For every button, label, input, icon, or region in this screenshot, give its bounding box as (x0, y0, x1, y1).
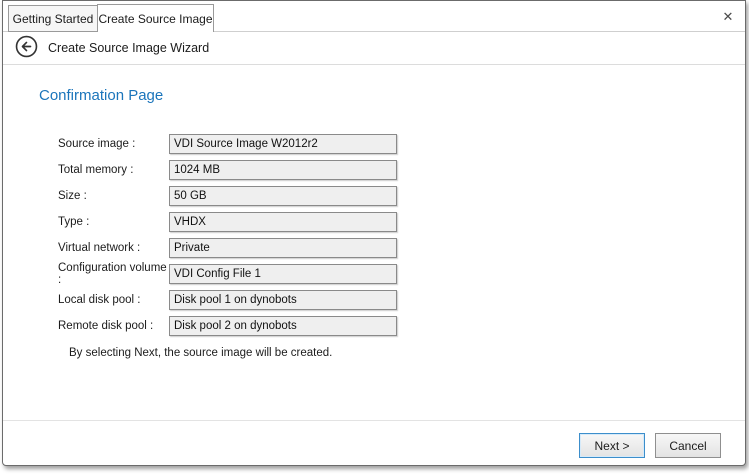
next-button[interactable]: Next > (579, 433, 645, 458)
screenshot-stage: Getting Started Create Source Image ✕ Cr… (0, 0, 749, 475)
type-label: Type : (58, 216, 169, 228)
form-row-local-disk-pool: Local disk pool : (58, 290, 397, 310)
form-row-size: Size : (58, 186, 397, 206)
tab-create-source-image-label: Create Source Image (98, 12, 212, 26)
close-icon[interactable]: ✕ (719, 8, 737, 26)
page-title: Confirmation Page (39, 87, 163, 104)
cancel-button[interactable]: Cancel (655, 433, 721, 458)
virtual-network-label: Virtual network : (58, 242, 169, 254)
back-button[interactable] (15, 35, 38, 58)
total-memory-label: Total memory : (58, 164, 169, 176)
form-row-source-image: Source image : (58, 134, 397, 154)
local-disk-pool-label: Local disk pool : (58, 294, 169, 306)
configuration-volume-field[interactable] (169, 264, 397, 284)
remote-disk-pool-field[interactable] (169, 316, 397, 336)
tab-getting-started-label: Getting Started (13, 12, 94, 26)
local-disk-pool-field[interactable] (169, 290, 397, 310)
footer-divider (3, 420, 745, 421)
arrow-left-circle-icon (15, 35, 38, 58)
confirmation-form: Source image : Total memory : Size : Typ… (58, 134, 397, 342)
size-field[interactable] (169, 186, 397, 206)
wizard-window: Getting Started Create Source Image ✕ Cr… (2, 0, 746, 466)
form-row-type: Type : (58, 212, 397, 232)
configuration-volume-label: Configuration volume : (58, 262, 169, 286)
form-row-configuration-volume: Configuration volume : (58, 264, 397, 284)
size-label: Size : (58, 190, 169, 202)
source-image-label: Source image : (58, 138, 169, 150)
form-row-virtual-network: Virtual network : (58, 238, 397, 258)
source-image-field[interactable] (169, 134, 397, 154)
total-memory-field[interactable] (169, 160, 397, 180)
footer-buttons: Next > Cancel (579, 433, 721, 458)
form-row-total-memory: Total memory : (58, 160, 397, 180)
header-divider (3, 64, 745, 65)
tab-getting-started[interactable]: Getting Started (8, 5, 98, 32)
wizard-title: Create Source Image Wizard (48, 41, 209, 55)
confirmation-note: By selecting Next, the source image will… (69, 347, 332, 359)
remote-disk-pool-label: Remote disk pool : (58, 320, 169, 332)
form-row-remote-disk-pool: Remote disk pool : (58, 316, 397, 336)
type-field[interactable] (169, 212, 397, 232)
tab-create-source-image[interactable]: Create Source Image (97, 4, 214, 32)
virtual-network-field[interactable] (169, 238, 397, 258)
